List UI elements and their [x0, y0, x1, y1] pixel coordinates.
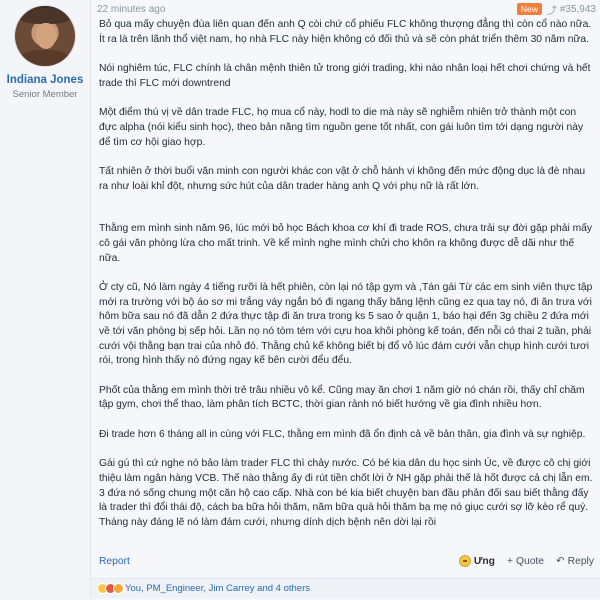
avatar[interactable] — [15, 6, 75, 66]
post-paragraph: Ở cty cũ, Nó làm ngày 4 tiếng rưỡi là hế… — [99, 282, 593, 367]
reactions-bar[interactable]: You, PM_Engineer, Jim Carrey and 4 other… — [91, 578, 600, 598]
like-label: Ưng — [473, 555, 495, 567]
haha-reaction-icon — [113, 583, 124, 594]
smiley-icon — [458, 555, 471, 567]
post-paragraph: Phốt của thằng em mình thời trẻ trâu nhi… — [99, 384, 585, 411]
reactions-list[interactable]: You, PM_Engineer, Jim Carrey and 4 other… — [125, 583, 310, 594]
post-actions: Ưng + Quote ↶ Reply — [458, 555, 594, 568]
reaction-icons — [97, 583, 124, 594]
post-main: 22 minutes ago New ⤴ #35,943 Bỏ qua mấy … — [90, 0, 600, 600]
post-paragraph: Đi trade hơn 6 tháng all in cùng với FLC… — [99, 428, 586, 440]
post-footer: Report Ưng + Quote ↶ Reply — [99, 553, 594, 569]
post-meta: 22 minutes ago New ⤴ #35,943 — [91, 0, 600, 18]
reply-icon: ↶ — [556, 556, 565, 567]
reply-label: Reply — [567, 555, 594, 567]
forum-post: Indiana Jones Senior Member 22 minutes a… — [0, 0, 600, 600]
post-paragraph: Bỏ qua mấy chuyện đùa liên quan đến anh … — [99, 19, 592, 45]
user-info: Indiana Jones Senior Member — [0, 0, 90, 600]
report-link[interactable]: Report — [99, 556, 459, 567]
post-paragraph: Tất nhiên ở thời buổi văn minh con người… — [99, 166, 586, 192]
post-number[interactable]: #35,943 — [560, 4, 596, 15]
post-paragraph: Gái gú thì cứ nghe nó bảo làm trader FLC… — [99, 458, 593, 528]
quote-button[interactable]: + Quote — [507, 556, 544, 567]
post-paragraph: Một điểm thú vị về dân trade FLC, họ mua… — [99, 107, 584, 148]
user-title: Senior Member — [12, 89, 78, 100]
new-badge: New — [516, 3, 542, 15]
quote-label: Quote — [515, 555, 545, 567]
plus-icon: + — [506, 555, 513, 567]
post-paragraph: Nói nghiêm túc, FLC chính là chân mệnh t… — [99, 63, 591, 89]
username[interactable]: Indiana Jones — [7, 74, 84, 86]
post-time[interactable]: 22 minutes ago — [97, 4, 517, 15]
post-paragraph: Thằng em mình sinh năm 96, lúc mới bỏ họ… — [99, 223, 593, 264]
share-icon[interactable]: ⤴ — [546, 2, 558, 17]
like-button[interactable]: Ưng — [458, 555, 495, 567]
post-body: Bỏ qua mấy chuyện đùa liên quan đến anh … — [91, 18, 600, 530]
reply-button[interactable]: ↶ Reply — [556, 555, 594, 568]
